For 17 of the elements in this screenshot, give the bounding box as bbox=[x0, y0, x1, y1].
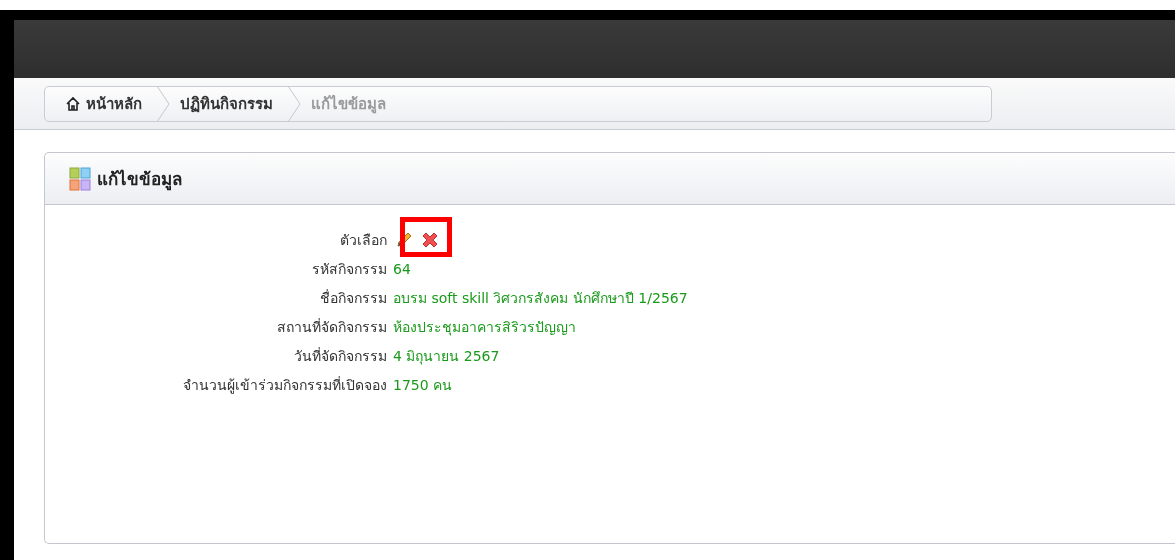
field-value: 4 มิถุนายน 2567 bbox=[393, 347, 501, 367]
field-value: ห้องประชุมอาคารสิริวรปัญญา bbox=[393, 318, 577, 338]
field-value: อบรม soft skill วิศวกรสังคม นักศึกษาปี 1/2567 bbox=[393, 289, 689, 308]
panel-title: แก้ไขข้อมูล bbox=[97, 168, 182, 192]
pencil-icon bbox=[395, 231, 413, 249]
home-icon bbox=[65, 96, 81, 112]
field-label: วันที่จัดกิจกรรม bbox=[293, 346, 387, 366]
field-label: ชื่อกิจกรรม bbox=[319, 288, 387, 308]
breadcrumb-link[interactable]: ปฏิทินกิจกรรม bbox=[170, 87, 287, 121]
field-label: จำนวนผู้เข้าร่วมกิจกรรมที่เปิดจอง bbox=[182, 375, 387, 396]
field-label: สถานที่จัดกิจกรรม bbox=[276, 317, 387, 337]
grid-icon bbox=[69, 166, 91, 191]
field-value: 64 bbox=[393, 260, 412, 279]
field-value: 1750 คน bbox=[393, 376, 454, 395]
breadcrumb-link[interactable]: หน้าหลัก bbox=[45, 87, 156, 121]
field-label: รหัสกิจกรรม bbox=[311, 260, 387, 279]
field-label: ตัวเลือก bbox=[339, 231, 387, 250]
